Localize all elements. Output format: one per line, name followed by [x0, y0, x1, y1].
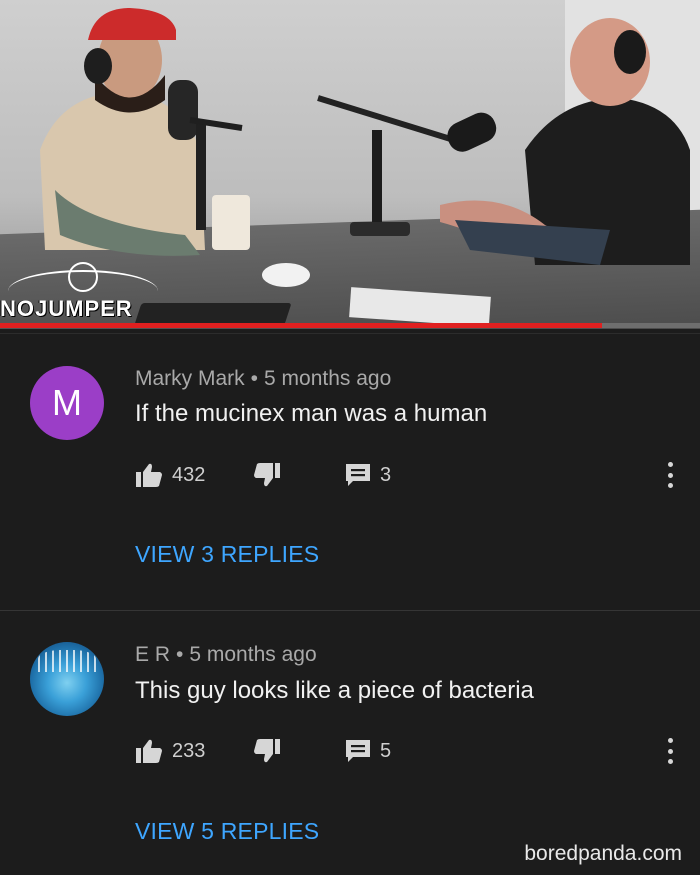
avatar-image	[38, 650, 96, 672]
avatar[interactable]	[30, 642, 104, 716]
video-progress-bar[interactable]	[0, 323, 700, 328]
view-replies-link[interactable]: VIEW 5 REPLIES	[135, 818, 319, 845]
comment-text: This guy looks like a piece of bacteria	[135, 677, 534, 704]
avatar[interactable]: M	[30, 366, 104, 440]
channel-logo: NOJUMPER	[0, 296, 133, 321]
meta-separator: •	[250, 367, 259, 390]
like-button[interactable]: 233	[135, 736, 205, 766]
comment-author[interactable]: E R	[135, 643, 170, 666]
reply-icon	[346, 740, 370, 762]
progress-played	[0, 323, 602, 328]
dislike-button[interactable]	[253, 460, 281, 490]
like-button[interactable]: 432	[135, 460, 205, 490]
view-replies-link[interactable]: VIEW 3 REPLIES	[135, 541, 319, 568]
thumbs-up-icon	[136, 739, 162, 763]
comment-text: If the mucinex man was a human	[135, 400, 488, 427]
comment-age: 5 months ago	[189, 643, 317, 666]
comment-meta: E R • 5 months ago	[135, 643, 317, 667]
dislike-button[interactable]	[253, 736, 281, 766]
reply-count: 3	[380, 463, 392, 486]
comment-separator	[0, 610, 700, 611]
basketball-icon	[68, 262, 98, 292]
video-player[interactable]: NOJUMPER	[0, 0, 700, 329]
divider	[0, 333, 700, 334]
comment-age: 5 months ago	[264, 367, 392, 390]
more-vert-icon[interactable]	[665, 736, 675, 766]
reply-button[interactable]: 5	[345, 736, 391, 766]
comment-actions: 432 3	[135, 460, 675, 490]
like-count: 432	[172, 463, 206, 486]
more-vert-icon[interactable]	[665, 460, 675, 490]
meta-separator: •	[176, 643, 184, 666]
like-count: 233	[172, 739, 206, 762]
watermark: boredpanda.com	[524, 842, 682, 865]
comment-meta: Marky Mark • 5 months ago	[135, 367, 391, 391]
comment-author[interactable]: Marky Mark	[135, 367, 245, 390]
thumbs-down-icon	[254, 463, 280, 487]
reply-button[interactable]: 3	[345, 460, 391, 490]
reply-count: 5	[380, 739, 392, 762]
thumbs-down-icon	[254, 739, 280, 763]
reply-icon	[346, 464, 370, 486]
comment-actions: 233 5	[135, 736, 675, 766]
thumbs-up-icon	[136, 463, 162, 487]
